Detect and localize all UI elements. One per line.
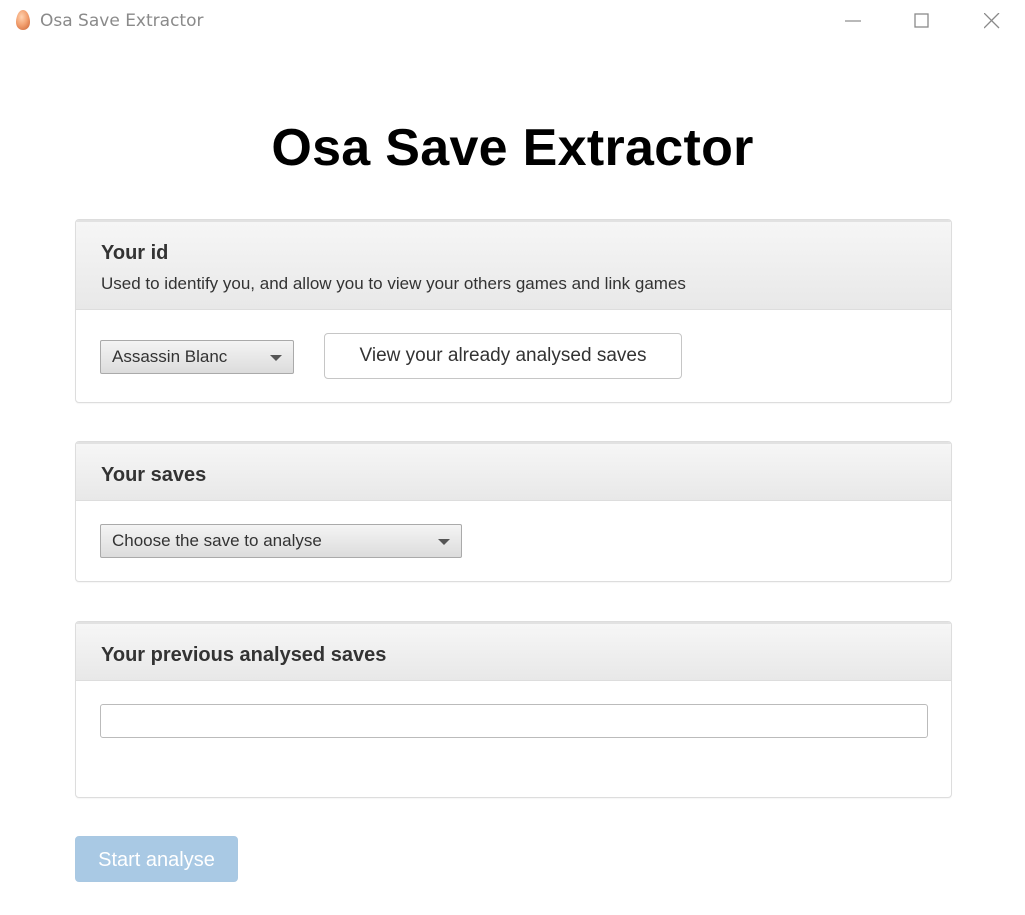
saves-panel: Your saves Choose the save to analyse bbox=[75, 441, 952, 582]
previous-saves-input[interactable] bbox=[100, 704, 928, 738]
egg-app-icon bbox=[15, 9, 31, 31]
maximize-button[interactable] bbox=[899, 0, 945, 42]
app-window: Osa Save Extractor Osa Save Extractor Yo… bbox=[0, 0, 1025, 915]
close-button[interactable] bbox=[969, 0, 1015, 42]
minimize-button[interactable] bbox=[830, 0, 876, 42]
chevron-down-icon bbox=[438, 539, 450, 545]
previous-saves-panel-title: Your previous analysed saves bbox=[101, 644, 387, 666]
minimize-icon bbox=[845, 20, 861, 22]
page-title: Osa Save Extractor bbox=[271, 119, 754, 177]
previous-saves-panel: Your previous analysed saves bbox=[75, 621, 952, 798]
id-panel: Your id Used to identify you, and allow … bbox=[75, 219, 952, 403]
saves-panel-title: Your saves bbox=[101, 464, 207, 486]
title-bar[interactable]: Osa Save Extractor bbox=[0, 0, 1025, 44]
save-select[interactable]: Choose the save to analyse bbox=[100, 524, 462, 558]
save-select-value: Choose the save to analyse bbox=[112, 531, 322, 550]
id-panel-title: Your id bbox=[101, 242, 169, 264]
close-icon bbox=[984, 13, 1000, 29]
id-select[interactable]: Assassin Blanc bbox=[100, 340, 294, 374]
previous-saves-panel-heading: Your previous analysed saves bbox=[76, 622, 951, 681]
id-select-value: Assassin Blanc bbox=[112, 347, 228, 366]
id-panel-heading: Your id Used to identify you, and allow … bbox=[76, 220, 951, 310]
start-analyse-button[interactable]: Start analyse bbox=[75, 836, 238, 882]
window-title: Osa Save Extractor bbox=[40, 11, 204, 31]
view-analysed-saves-button[interactable]: View your already analysed saves bbox=[324, 333, 682, 379]
maximize-icon bbox=[914, 13, 929, 28]
chevron-down-icon bbox=[270, 355, 282, 361]
saves-panel-heading: Your saves bbox=[76, 442, 951, 501]
id-panel-subtitle: Used to identify you, and allow you to v… bbox=[101, 274, 686, 293]
